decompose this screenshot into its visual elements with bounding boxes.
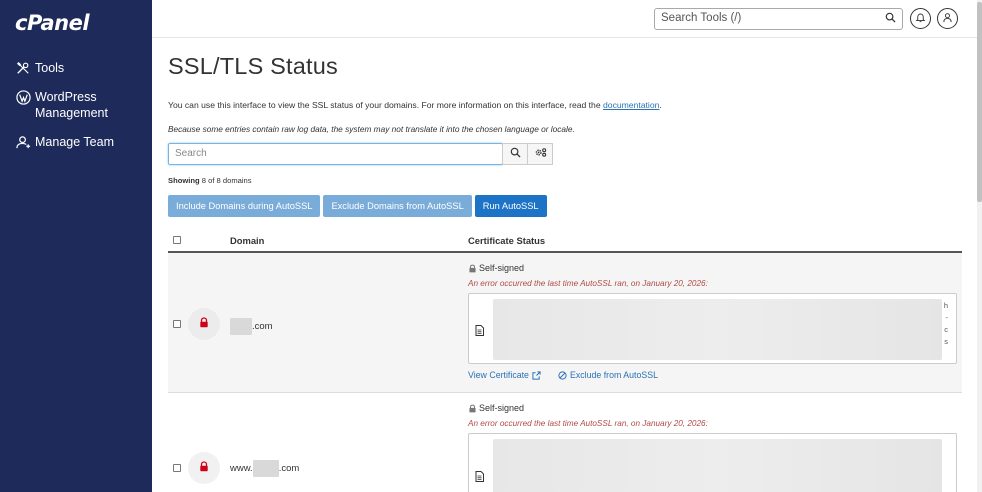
domain-name: www. .com <box>230 460 299 477</box>
bell-icon <box>915 10 926 28</box>
external-link-icon <box>532 370 541 380</box>
search-row: Search <box>168 143 982 165</box>
sidebar-item-label: Tools <box>35 61 65 75</box>
domain-name: .com <box>230 318 273 335</box>
domain-suffix: .com <box>252 321 273 332</box>
redacted-domain <box>252 460 279 477</box>
lock-icon <box>468 404 477 413</box>
search-icon[interactable] <box>885 12 896 26</box>
include-domains-button[interactable]: Include Domains during AutoSSL <box>168 195 321 217</box>
wordpress-icon <box>15 89 31 105</box>
autossl-error: An error occurred the last time AutoSSL … <box>468 419 708 428</box>
view-certificate-label: View Certificate <box>468 370 529 380</box>
view-certificate-link[interactable]: View Certificate <box>468 370 541 380</box>
main-content: Search Tools (/) SSL/TLS Status You can … <box>152 0 982 492</box>
log-char: h <box>943 301 948 310</box>
showing-label: Showing <box>168 176 200 185</box>
documentation-link[interactable]: documentation <box>603 100 659 110</box>
log-fragment: h - c s <box>944 300 948 348</box>
domain-column-header[interactable]: Domain <box>230 235 264 246</box>
table-row: www. .com Self-signed An error occurred t… <box>168 393 962 492</box>
ban-icon <box>558 370 567 380</box>
exclude-domains-button[interactable]: Exclude Domains from AutoSSL <box>323 195 472 217</box>
sidebar-item-tools[interactable]: Tools <box>0 56 152 80</box>
intro-prefix: You can use this interface to view the S… <box>168 100 604 110</box>
error-log-box <box>468 433 957 492</box>
search-input[interactable]: Search <box>168 143 503 165</box>
lock-icon <box>199 459 209 477</box>
search-settings-button[interactable] <box>527 143 553 165</box>
notifications-button[interactable] <box>910 8 931 29</box>
table-header: Domain Certificate Status <box>168 228 962 253</box>
status-column-header[interactable]: Certificate Status <box>468 235 545 246</box>
user-menu-button[interactable] <box>937 8 958 29</box>
lock-status <box>188 452 220 484</box>
autossl-buttons: Include Domains during AutoSSL Exclude D… <box>168 195 982 217</box>
search-tools-input[interactable]: Search Tools (/) <box>654 8 903 30</box>
sidebar-nav: Tools WordPress Management Manage Team <box>0 56 152 154</box>
certificate-status: Self-signed An error occurred the last t… <box>468 403 957 492</box>
showing-count: Showing 8 of 8 domains <box>168 176 982 185</box>
top-bar: Search Tools (/) <box>152 0 982 38</box>
autossl-error: An error occurred the last time AutoSSL … <box>468 279 708 288</box>
log-char: c <box>944 325 948 334</box>
intro-suffix: . <box>659 100 662 110</box>
sidebar: cPanel Tools WordPress Management Manage… <box>0 0 152 492</box>
sidebar-item-label: Manage Team <box>35 135 114 149</box>
tools-icon <box>15 60 31 76</box>
sidebar-item-wordpress[interactable]: WordPress Management <box>0 85 152 125</box>
page-title: SSL/TLS Status <box>168 53 338 79</box>
redacted-log <box>493 299 942 360</box>
lock-icon <box>199 315 209 333</box>
gears-icon <box>534 145 547 163</box>
table-row: .com Self-signed An error occurred the l… <box>168 253 962 393</box>
cpanel-logo[interactable]: cPanel <box>0 0 152 40</box>
redacted-domain <box>230 318 252 335</box>
page-scrollbar[interactable] <box>977 0 982 492</box>
select-all-checkbox[interactable] <box>173 236 181 244</box>
status-label: Self-signed <box>468 263 957 273</box>
search-placeholder: Search <box>175 148 207 159</box>
exclude-from-autossl-link[interactable]: Exclude from AutoSSL <box>558 370 658 380</box>
showing-value: 8 of 8 domains <box>201 176 252 185</box>
sidebar-item-label: WordPress Management <box>35 90 108 120</box>
page-content: SSL/TLS Status You can use this interfac… <box>152 53 982 492</box>
status-label: Self-signed <box>468 403 957 413</box>
run-autossl-button[interactable]: Run AutoSSL <box>474 195 547 217</box>
lock-icon <box>468 264 477 273</box>
user-icon <box>942 10 953 28</box>
domain-prefix: www. <box>230 463 253 474</box>
search-tools-placeholder: Search Tools (/) <box>661 12 742 24</box>
log-char: - <box>945 313 949 322</box>
document-icon <box>475 323 484 341</box>
sidebar-item-manage-team[interactable]: Manage Team <box>0 130 152 154</box>
domains-table: Domain Certificate Status .com Self-sign… <box>168 228 962 492</box>
lock-status <box>188 308 220 340</box>
log-char: s <box>944 337 948 346</box>
search-icon <box>510 145 521 163</box>
row-checkbox[interactable] <box>173 320 181 328</box>
status-text: Self-signed <box>479 403 525 413</box>
certificate-status: Self-signed An error occurred the last t… <box>468 263 957 380</box>
redacted-log <box>493 439 942 492</box>
scrollbar-thumb[interactable] <box>977 2 982 202</box>
exclude-label: Exclude from AutoSSL <box>569 370 658 380</box>
search-button[interactable] <box>502 143 528 165</box>
error-log-box: h - c s <box>468 293 957 364</box>
status-text: Self-signed <box>479 263 525 273</box>
app: cPanel Tools WordPress Management Manage… <box>0 0 982 492</box>
document-icon <box>475 469 484 487</box>
domain-suffix: .com <box>278 463 300 474</box>
row-checkbox[interactable] <box>173 464 181 472</box>
manage-team-icon <box>15 134 31 150</box>
intro-text: You can use this interface to view the S… <box>168 100 982 110</box>
locale-note: Because some entries contain raw log dat… <box>168 124 575 134</box>
row-actions: View Certificate Exclude from AutoSSL <box>468 370 957 380</box>
